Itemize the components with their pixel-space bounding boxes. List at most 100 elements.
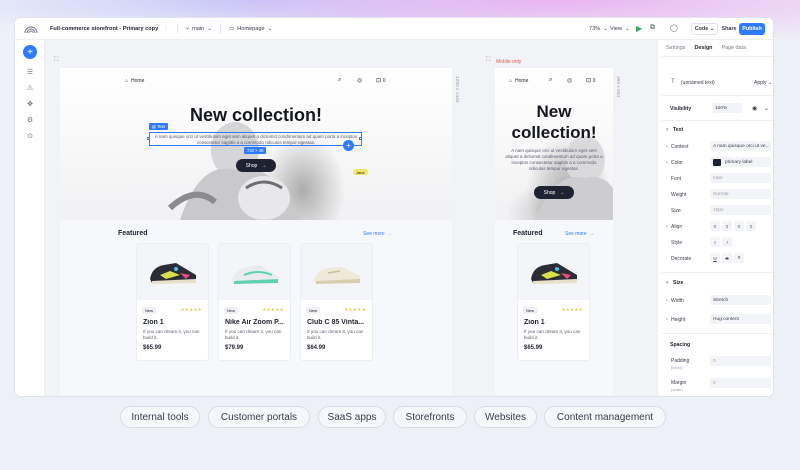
color-field[interactable]: primary label: [710, 157, 771, 167]
weight-field[interactable]: Normal: [710, 189, 771, 199]
nav-home-link[interactable]: ⌂ Home: [509, 78, 528, 84]
account-icon[interactable]: ◎: [567, 77, 572, 84]
align-right-icon[interactable]: ≡: [734, 221, 744, 231]
section-toggle-icon[interactable]: ▾: [666, 127, 669, 133]
frame-handle-icon[interactable]: ⛶: [54, 57, 58, 64]
strikethrough-icon[interactable]: S: [722, 253, 732, 263]
page-selector[interactable]: ▭ Homepage ⌄: [229, 26, 272, 32]
divider: [219, 23, 221, 34]
hero-title[interactable]: New collection!: [60, 105, 452, 126]
product-card[interactable]: New ★★★★★ Nike Air Zoom P... If you can …: [218, 243, 291, 361]
resize-handle[interactable]: [147, 137, 150, 140]
chip-saas-apps[interactable]: SaaS apps: [318, 406, 386, 428]
chevron-down-icon[interactable]: ⌄: [764, 105, 769, 112]
italic-off-icon[interactable]: I: [710, 237, 720, 247]
align-center-icon[interactable]: ≡: [722, 221, 732, 231]
product-card[interactable]: New ★★★★★ Zion 1 If you can dream it, yo…: [517, 243, 590, 361]
underline-icon[interactable]: U: [710, 253, 720, 263]
product-card[interactable]: New ★★★★★ Club C 85 Vinta... If you can …: [300, 243, 373, 361]
bullet-icon: •: [666, 144, 668, 150]
product-description: If you can dream it, you can build it.: [307, 329, 364, 340]
frame-handle-icon[interactable]: ⛶: [486, 57, 490, 64]
site-nav: ⌂ Home ⌕ ◎ ⊡ 0: [60, 77, 452, 87]
home-icon: ⌂: [125, 78, 129, 84]
layers-icon[interactable]: ☰: [25, 68, 35, 78]
resize-handle[interactable]: [359, 137, 362, 140]
chip-internal-tools[interactable]: Internal tools: [120, 406, 200, 428]
rating-stars: ★★★★★: [344, 307, 366, 312]
color-label: Color: [671, 160, 683, 166]
chip-storefronts[interactable]: Storefronts: [393, 406, 467, 428]
share-button[interactable]: Share: [718, 23, 740, 35]
align-justify-icon[interactable]: ≡: [746, 221, 756, 231]
eye-icon[interactable]: ◉: [752, 105, 757, 112]
spacing-section-heading: Spacing: [670, 342, 691, 348]
tab-settings[interactable]: Settings: [666, 45, 685, 51]
desktop-frame[interactable]: ⌂ Home ⌕ ◎ ⊡ 0 New collection! A nam quis…: [60, 68, 452, 396]
shop-button[interactable]: Shop →: [534, 186, 574, 199]
cart-icon[interactable]: ⊡ 0: [376, 77, 385, 84]
nav-home-link[interactable]: ⌂ Home: [125, 78, 144, 84]
project-title[interactable]: Full-commerce storefront - Primary copy: [50, 26, 158, 32]
settings-icon[interactable]: ⚙: [25, 116, 35, 126]
top-bar: Full-commerce storefront - Primary copy …: [15, 18, 773, 40]
rating-stars: ★★★★★: [262, 307, 284, 312]
hero-title-mobile[interactable]: New collection!: [495, 101, 613, 143]
rainbow-logo-icon[interactable]: [24, 24, 38, 34]
size-field[interactable]: 16px: [710, 205, 771, 215]
see-more-link[interactable]: See more →: [565, 231, 594, 237]
divider: [662, 120, 772, 121]
cart-icon[interactable]: ⊡ 0: [586, 77, 595, 84]
hero-section[interactable]: ⌂ Home ⌕ ◎ ⊡ 0 New collection! A nam quis…: [60, 68, 452, 220]
more-icon[interactable]: ⊙: [25, 132, 35, 142]
search-icon[interactable]: ⌕: [338, 77, 341, 84]
chat-icon[interactable]: ◯: [670, 24, 678, 32]
product-card[interactable]: New ★★★★★ Zion 1 If you can dream it, yo…: [136, 243, 209, 361]
branch-label: main: [192, 25, 205, 32]
content-field[interactable]: A nam quisque orci ut ve...: [710, 141, 771, 151]
margin-field[interactable]: 0: [710, 378, 771, 388]
components-icon[interactable]: ✥: [25, 100, 35, 110]
chevron-down-icon: ⌄: [603, 26, 608, 32]
chip-content-management[interactable]: Content management: [544, 406, 666, 428]
mobile-hero-section[interactable]: ⌂ Home ⌕ ◎ ⊡ 0 New collection! A nam quis…: [495, 68, 613, 220]
padding-field[interactable]: 0: [710, 356, 771, 366]
account-icon[interactable]: ◎: [357, 77, 362, 84]
play-icon[interactable]: ▶: [636, 24, 642, 33]
section-toggle-icon[interactable]: ▾: [666, 280, 669, 286]
chip-customer-portals[interactable]: Customer portals: [208, 406, 310, 428]
apply-button[interactable]: Apply ⌄: [754, 80, 772, 86]
view-menu[interactable]: View ⌄: [610, 26, 630, 32]
align-left-icon[interactable]: ≡: [710, 221, 720, 231]
insert-element-button[interactable]: +: [343, 140, 354, 151]
mobile-frame[interactable]: ⌂ Home ⌕ ◎ ⊡ 0 New collection! A nam quis…: [495, 68, 613, 396]
tab-design[interactable]: Design: [694, 45, 712, 51]
add-element-button[interactable]: +: [23, 45, 37, 59]
tab-page-data[interactable]: Page data: [721, 45, 746, 51]
text-element-icon: T: [671, 79, 675, 85]
warning-icon[interactable]: ⚠: [25, 84, 35, 94]
code-button[interactable]: Code ⌄: [691, 23, 718, 35]
rating-stars: ★★★★★: [180, 307, 202, 312]
publish-button[interactable]: Publish: [739, 23, 765, 35]
design-canvas[interactable]: ⛶ ⛶ Mobile only 1280 x 1440 390 x 844 ⌂ H…: [45, 40, 657, 396]
italic-icon[interactable]: I: [722, 237, 732, 247]
zoom-selector[interactable]: 73% ⌄: [589, 26, 608, 32]
external-link-icon[interactable]: ⧉: [650, 24, 655, 32]
chip-websites[interactable]: Websites: [474, 406, 537, 428]
more-icon[interactable]: ⋮: [163, 26, 169, 32]
shop-button[interactable]: Shop →: [236, 159, 276, 172]
element-name[interactable]: (unnamed text): [681, 80, 715, 86]
visibility-field[interactable]: 100%: [712, 103, 742, 113]
divider: [662, 333, 772, 334]
hero-subtitle[interactable]: A nam quisque orci ut vestibulum eget se…: [504, 148, 604, 172]
none-icon[interactable]: ✕: [734, 253, 744, 263]
see-more-link[interactable]: See more →: [363, 231, 392, 237]
bullet-icon: •: [666, 160, 668, 166]
height-field[interactable]: Hug content: [710, 314, 771, 324]
branch-selector[interactable]: ⑂ main ⌄: [186, 26, 212, 32]
product-name: Club C 85 Vinta...: [307, 319, 365, 326]
search-icon[interactable]: ⌕: [549, 77, 552, 84]
width-field[interactable]: Stretch: [710, 295, 771, 305]
font-field[interactable]: Inter: [710, 173, 771, 183]
